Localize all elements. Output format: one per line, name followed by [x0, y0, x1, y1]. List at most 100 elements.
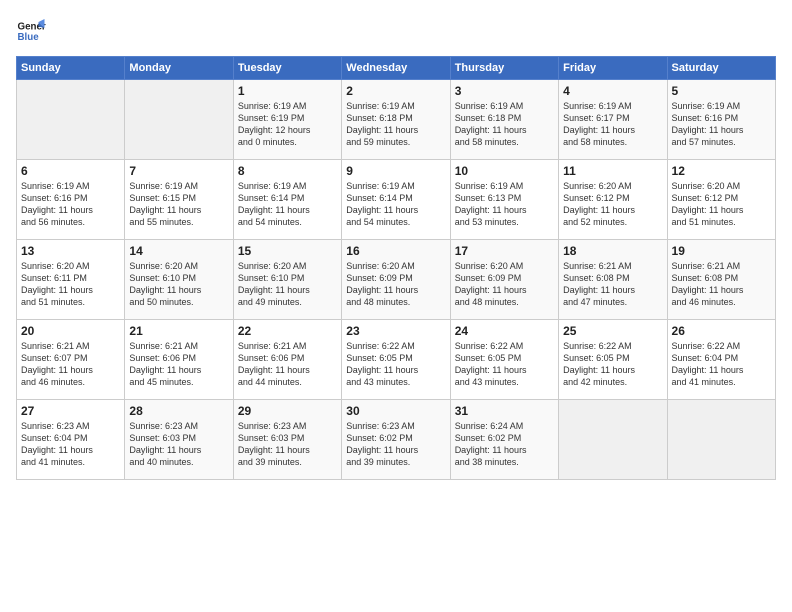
day-number: 12 [672, 164, 771, 178]
calendar-cell: 14 Sunrise: 6:20 AM Sunset: 6:10 PM Dayli… [125, 240, 233, 320]
calendar-cell: 26Sunrise: 6:22 AM Sunset: 6:04 PM Dayli… [667, 320, 775, 400]
calendar-cell: 20 Sunrise: 6:21 AM Sunset: 6:07 PM Dayli… [17, 320, 125, 400]
day-info: Sunrise: 6:19 AM Sunset: 6:16 PM Dayligh… [21, 180, 120, 229]
day-info: Sunrise: 6:20 AM Sunset: 6:10 PM Dayligh… [238, 260, 337, 309]
calendar-cell: 28 Sunrise: 6:23 AM Sunset: 6:03 PM Dayli… [125, 400, 233, 480]
day-info: Sunrise: 6:21 AM Sunset: 6:08 PM Dayligh… [563, 260, 662, 309]
calendar-cell: 1 Sunrise: 6:19 AM Sunset: 6:19 PM Daylig… [233, 80, 341, 160]
calendar-cell: 19 Sunrise: 6:21 AM Sunset: 6:08 PM Dayli… [667, 240, 775, 320]
calendar-cell: 29 Sunrise: 6:23 AM Sunset: 6:03 PM Dayli… [233, 400, 341, 480]
calendar-cell: 24 Sunrise: 6:22 AM Sunset: 6:05 PM Dayli… [450, 320, 558, 400]
day-info: Sunrise: 6:19 AM Sunset: 6:19 PM Dayligh… [238, 100, 337, 149]
calendar-cell: 21 Sunrise: 6:21 AM Sunset: 6:06 PM Dayli… [125, 320, 233, 400]
calendar-table: SundayMondayTuesdayWednesdayThursdayFrid… [16, 56, 776, 480]
day-info: Sunrise: 6:19 AM Sunset: 6:17 PM Dayligh… [563, 100, 662, 149]
weekday-header-friday: Friday [559, 57, 667, 80]
day-info: Sunrise: 6:22 AM Sunset: 6:05 PM Dayligh… [346, 340, 445, 389]
day-number: 21 [129, 324, 228, 338]
page-header: General Blue [16, 16, 776, 46]
day-number: 5 [672, 84, 771, 98]
calendar-cell: 6 Sunrise: 6:19 AM Sunset: 6:16 PM Daylig… [17, 160, 125, 240]
day-number: 22 [238, 324, 337, 338]
day-number: 8 [238, 164, 337, 178]
calendar-cell: 11 Sunrise: 6:20 AM Sunset: 6:12 PM Dayli… [559, 160, 667, 240]
day-number: 9 [346, 164, 445, 178]
day-info: Sunrise: 6:20 AM Sunset: 6:09 PM Dayligh… [455, 260, 554, 309]
weekday-header-saturday: Saturday [667, 57, 775, 80]
calendar-cell: 5 Sunrise: 6:19 AM Sunset: 6:16 PM Daylig… [667, 80, 775, 160]
day-number: 10 [455, 164, 554, 178]
day-number: 28 [129, 404, 228, 418]
weekday-header-thursday: Thursday [450, 57, 558, 80]
day-number: 16 [346, 244, 445, 258]
day-number: 23 [346, 324, 445, 338]
day-number: 20 [21, 324, 120, 338]
day-number: 6 [21, 164, 120, 178]
day-number: 2 [346, 84, 445, 98]
calendar-cell: 2 Sunrise: 6:19 AM Sunset: 6:18 PM Daylig… [342, 80, 450, 160]
calendar-cell: 17 Sunrise: 6:20 AM Sunset: 6:09 PM Dayli… [450, 240, 558, 320]
calendar-cell [125, 80, 233, 160]
calendar-week-row: 6 Sunrise: 6:19 AM Sunset: 6:16 PM Daylig… [17, 160, 776, 240]
day-info: Sunrise: 6:20 AM Sunset: 6:11 PM Dayligh… [21, 260, 120, 309]
day-number: 3 [455, 84, 554, 98]
weekday-header-wednesday: Wednesday [342, 57, 450, 80]
day-number: 27 [21, 404, 120, 418]
day-number: 24 [455, 324, 554, 338]
day-info: Sunrise: 6:21 AM Sunset: 6:07 PM Dayligh… [21, 340, 120, 389]
calendar-cell: 10Sunrise: 6:19 AM Sunset: 6:13 PM Dayli… [450, 160, 558, 240]
day-info: Sunrise: 6:23 AM Sunset: 6:03 PM Dayligh… [238, 420, 337, 469]
logo: General Blue [16, 16, 46, 46]
day-info: Sunrise: 6:23 AM Sunset: 6:03 PM Dayligh… [129, 420, 228, 469]
day-number: 15 [238, 244, 337, 258]
day-number: 7 [129, 164, 228, 178]
day-info: Sunrise: 6:24 AM Sunset: 6:02 PM Dayligh… [455, 420, 554, 469]
day-number: 11 [563, 164, 662, 178]
calendar-cell: 22 Sunrise: 6:21 AM Sunset: 6:06 PM Dayli… [233, 320, 341, 400]
calendar-cell [559, 400, 667, 480]
calendar-cell: 25Sunrise: 6:22 AM Sunset: 6:05 PM Dayli… [559, 320, 667, 400]
calendar-cell: 12 Sunrise: 6:20 AM Sunset: 6:12 PM Dayli… [667, 160, 775, 240]
day-info: Sunrise: 6:20 AM Sunset: 6:12 PM Dayligh… [563, 180, 662, 229]
day-info: Sunrise: 6:22 AM Sunset: 6:05 PM Dayligh… [455, 340, 554, 389]
day-info: Sunrise: 6:19 AM Sunset: 6:18 PM Dayligh… [455, 100, 554, 149]
calendar-cell: 30Sunrise: 6:23 AM Sunset: 6:02 PM Dayli… [342, 400, 450, 480]
day-number: 13 [21, 244, 120, 258]
day-info: Sunrise: 6:20 AM Sunset: 6:12 PM Dayligh… [672, 180, 771, 229]
day-number: 31 [455, 404, 554, 418]
day-number: 26 [672, 324, 771, 338]
day-info: Sunrise: 6:21 AM Sunset: 6:06 PM Dayligh… [238, 340, 337, 389]
calendar-week-row: 27 Sunrise: 6:23 AM Sunset: 6:04 PM Dayli… [17, 400, 776, 480]
day-number: 1 [238, 84, 337, 98]
calendar-cell: 4 Sunrise: 6:19 AM Sunset: 6:17 PM Daylig… [559, 80, 667, 160]
day-info: Sunrise: 6:19 AM Sunset: 6:15 PM Dayligh… [129, 180, 228, 229]
day-info: Sunrise: 6:21 AM Sunset: 6:06 PM Dayligh… [129, 340, 228, 389]
day-number: 19 [672, 244, 771, 258]
calendar-week-row: 20 Sunrise: 6:21 AM Sunset: 6:07 PM Dayli… [17, 320, 776, 400]
day-number: 14 [129, 244, 228, 258]
calendar-cell: 15 Sunrise: 6:20 AM Sunset: 6:10 PM Dayli… [233, 240, 341, 320]
day-number: 29 [238, 404, 337, 418]
svg-text:Blue: Blue [18, 32, 40, 43]
calendar-cell: 16 Sunrise: 6:20 AM Sunset: 6:09 PM Dayli… [342, 240, 450, 320]
calendar-cell [17, 80, 125, 160]
day-info: Sunrise: 6:20 AM Sunset: 6:10 PM Dayligh… [129, 260, 228, 309]
day-info: Sunrise: 6:20 AM Sunset: 6:09 PM Dayligh… [346, 260, 445, 309]
calendar-cell: 31 Sunrise: 6:24 AM Sunset: 6:02 PM Dayli… [450, 400, 558, 480]
day-number: 17 [455, 244, 554, 258]
day-number: 18 [563, 244, 662, 258]
calendar-cell: 27 Sunrise: 6:23 AM Sunset: 6:04 PM Dayli… [17, 400, 125, 480]
day-number: 30 [346, 404, 445, 418]
day-number: 4 [563, 84, 662, 98]
day-info: Sunrise: 6:19 AM Sunset: 6:16 PM Dayligh… [672, 100, 771, 149]
calendar-cell: 9Sunrise: 6:19 AM Sunset: 6:14 PM Daylig… [342, 160, 450, 240]
day-info: Sunrise: 6:21 AM Sunset: 6:08 PM Dayligh… [672, 260, 771, 309]
day-info: Sunrise: 6:23 AM Sunset: 6:04 PM Dayligh… [21, 420, 120, 469]
calendar-cell: 3 Sunrise: 6:19 AM Sunset: 6:18 PM Daylig… [450, 80, 558, 160]
calendar-week-row: 13 Sunrise: 6:20 AM Sunset: 6:11 PM Dayli… [17, 240, 776, 320]
weekday-header-sunday: Sunday [17, 57, 125, 80]
day-info: Sunrise: 6:19 AM Sunset: 6:14 PM Dayligh… [238, 180, 337, 229]
calendar-cell: 13 Sunrise: 6:20 AM Sunset: 6:11 PM Dayli… [17, 240, 125, 320]
calendar-cell [667, 400, 775, 480]
day-info: Sunrise: 6:19 AM Sunset: 6:18 PM Dayligh… [346, 100, 445, 149]
